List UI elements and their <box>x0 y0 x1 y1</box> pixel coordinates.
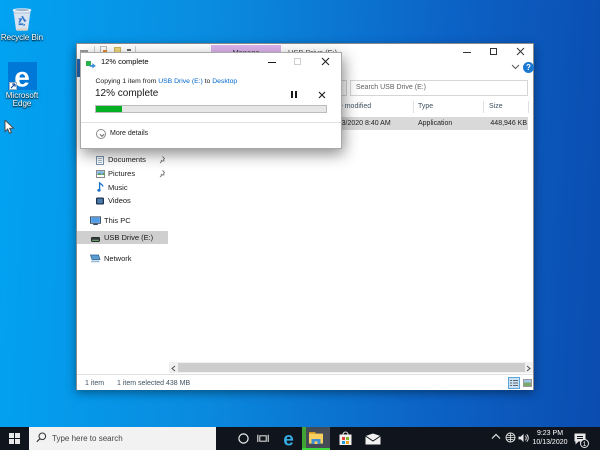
svg-text:e: e <box>283 430 294 448</box>
svg-text:1: 1 <box>583 441 587 448</box>
